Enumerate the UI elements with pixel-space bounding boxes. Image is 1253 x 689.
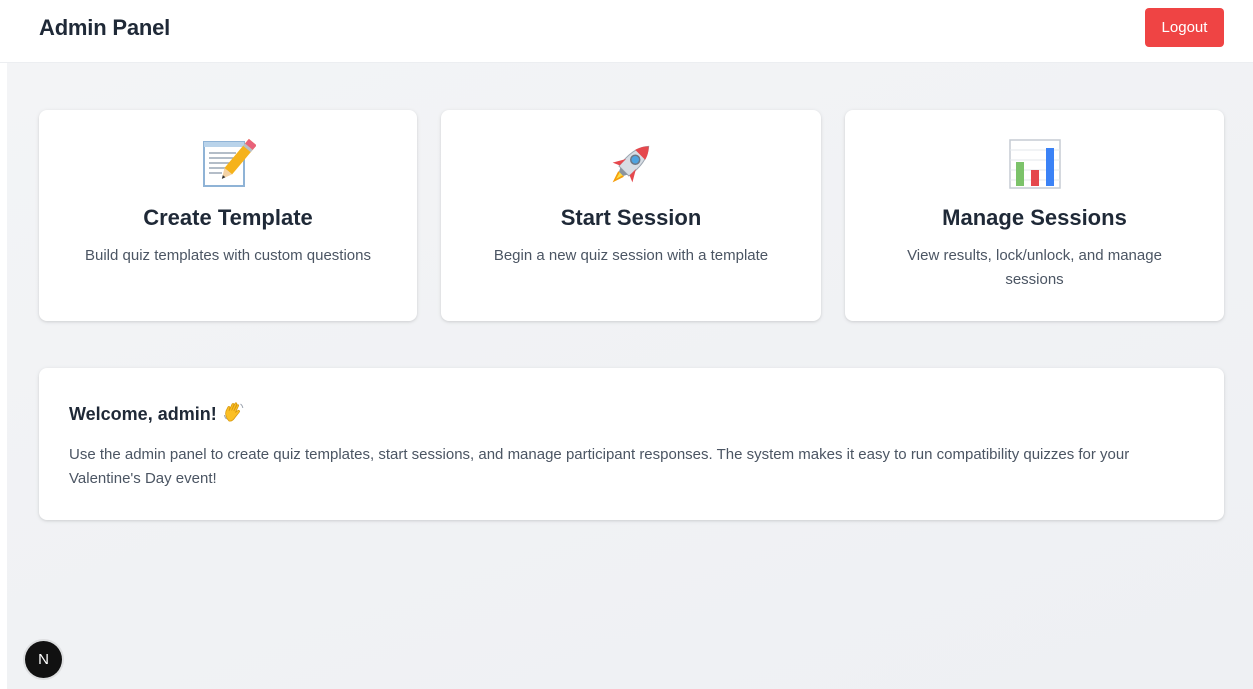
rocket-icon <box>441 136 821 192</box>
start-session-card[interactable]: Start Session Begin a new quiz session w… <box>441 110 821 321</box>
logout-button[interactable]: Logout <box>1145 8 1224 47</box>
welcome-heading: Welcome, admin! <box>69 401 245 428</box>
waving-hand-icon <box>223 401 245 428</box>
card-title: Manage Sessions <box>942 205 1127 230</box>
dev-badge-label: N <box>38 651 49 668</box>
page-title: Admin Panel <box>39 15 171 40</box>
card-description: Begin a new quiz session with a template <box>493 247 769 264</box>
manage-sessions-card[interactable]: Manage Sessions View results, lock/unloc… <box>845 110 1224 321</box>
card-description: View results, lock/unlock, and manage se… <box>907 247 1162 288</box>
top-nav-bar: Admin Panel Logout <box>0 0 1253 63</box>
bar-chart-icon <box>845 136 1224 192</box>
card-title: Create Template <box>143 205 313 230</box>
dev-tools-badge[interactable]: N <box>25 641 62 678</box>
card-description: Build quiz templates with custom questio… <box>85 247 371 264</box>
welcome-title: Welcome, admin! <box>69 404 217 424</box>
card-title: Start Session <box>560 205 702 230</box>
admin-page: Admin Panel Logout Create Template Build… <box>0 0 1253 689</box>
welcome-text: Use the admin panel to create quiz templ… <box>69 446 1130 487</box>
create-template-card[interactable]: Create Template Build quiz templates wit… <box>39 110 417 321</box>
memo-pencil-icon <box>39 136 417 192</box>
welcome-panel: Welcome, admin! Use the admin panel to c… <box>39 368 1224 520</box>
